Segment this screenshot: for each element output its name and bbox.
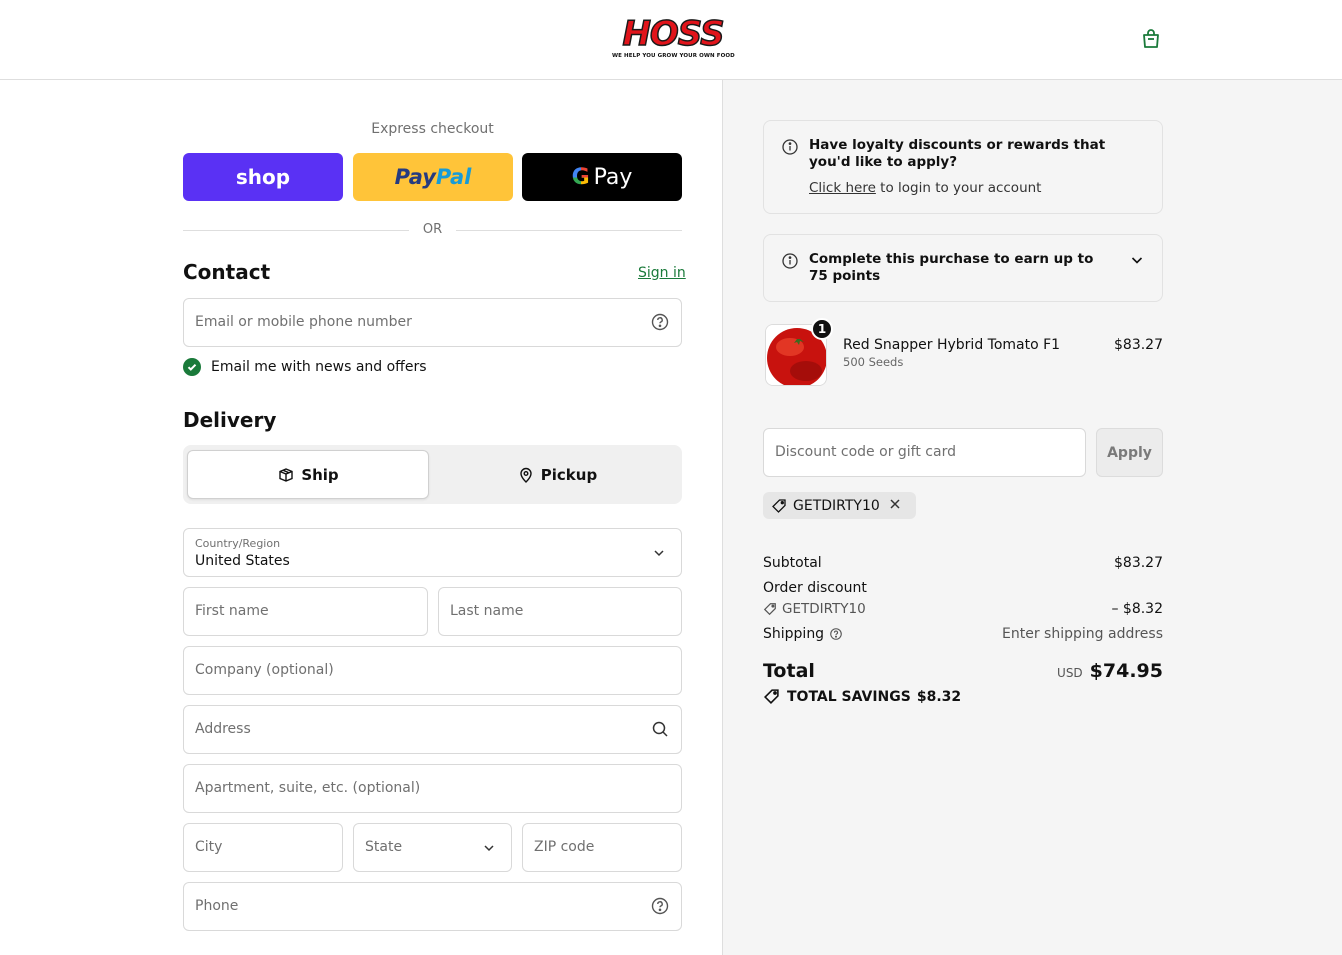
applied-code-tag: GETDIRTY10 (763, 492, 916, 519)
first-name-placeholder: First name (195, 603, 269, 619)
paypal-button[interactable]: Pay Pal (353, 153, 513, 201)
express-checkout-label: Express checkout (371, 121, 494, 137)
ship-label: Ship (301, 465, 339, 484)
header: HOSS WE HELP YOU GROW YOUR OWN FOOD (0, 0, 1342, 80)
delivery-method-toggle: Ship Pickup (183, 445, 682, 504)
location-pin-icon (520, 467, 532, 483)
help-circle-icon[interactable] (650, 896, 670, 916)
email-placeholder: Email or mobile phone number (195, 314, 412, 330)
apartment-field[interactable]: Apartment, suite, etc. (optional) (183, 764, 682, 813)
total-label: Total (763, 660, 815, 682)
discount-placeholder: Discount code or gift card (775, 444, 956, 460)
chevron-down-icon (650, 544, 670, 564)
news-opt-in[interactable]: Email me with news and offers (183, 357, 427, 377)
contact-heading: Contact (183, 260, 271, 284)
loyalty-login-link[interactable]: Click here (809, 180, 876, 196)
google-g-icon: G (571, 164, 590, 190)
product-price: $83.27 (1114, 337, 1163, 353)
logo-tagline: WE HELP YOU GROW YOUR OWN FOOD (612, 53, 735, 59)
country-value: United States (195, 553, 290, 569)
paypal-label-pal: Pal (435, 165, 472, 189)
search-icon (650, 719, 670, 739)
pickup-option[interactable]: Pickup (436, 450, 678, 499)
state-placeholder: State (365, 839, 403, 855)
loyalty-card: Have loyalty discounts or rewards that y… (763, 120, 1163, 214)
order-discount-code-text: GETDIRTY10 (782, 601, 866, 617)
help-circle-icon[interactable] (829, 627, 843, 641)
zip-placeholder: ZIP code (534, 839, 595, 855)
apply-button[interactable]: Apply (1096, 428, 1163, 477)
box-icon (279, 467, 294, 482)
info-icon (781, 138, 799, 156)
product-name: Red Snapper Hybrid Tomato F1 (843, 337, 1061, 353)
points-line-2: 75 points (809, 268, 881, 284)
help-circle-icon[interactable] (650, 312, 670, 332)
pickup-label: Pickup (540, 465, 598, 484)
tag-icon (763, 603, 776, 616)
applied-code-text: GETDIRTY10 (793, 497, 880, 514)
currency-code: USD (1057, 666, 1083, 680)
loyalty-login-line: Click here to login to your account (809, 180, 1041, 196)
shipping-value: Enter shipping address (1002, 626, 1163, 642)
close-icon[interactable] (888, 497, 908, 515)
quantity-badge: 1 (811, 318, 833, 340)
paypal-label-pay: Pay (394, 165, 436, 189)
company-placeholder: Company (optional) (195, 662, 334, 678)
address-field[interactable]: Address (183, 705, 682, 754)
order-discount-label: Order discount (763, 580, 867, 596)
logo-text: HOSS (622, 14, 726, 54)
points-card[interactable]: Complete this purchase to earn up to 75 … (763, 234, 1163, 302)
savings-value: $8.32 (916, 688, 962, 705)
chevron-down-icon (480, 839, 500, 859)
phone-field[interactable]: Phone (183, 882, 682, 931)
shop-pay-label: shop (235, 165, 291, 189)
info-icon (781, 252, 799, 270)
email-field[interactable]: Email or mobile phone number (183, 298, 682, 347)
first-name-field[interactable]: First name (183, 587, 428, 636)
google-pay-label: Pay (593, 164, 633, 190)
loyalty-login-rest: to login to your account (875, 180, 1042, 196)
total-savings: TOTAL SAVINGS $8.32 (763, 688, 961, 705)
savings-label: TOTAL SAVINGS (787, 688, 911, 705)
hoss-logo[interactable]: HOSS WE HELP YOU GROW YOUR OWN FOOD (612, 14, 735, 61)
last-name-placeholder: Last name (450, 603, 524, 619)
order-discount-code: GETDIRTY10 (763, 601, 866, 617)
sign-in-link[interactable]: Sign in (638, 265, 686, 281)
shop-pay-button[interactable]: shop (183, 153, 343, 201)
points-line-1: Complete this purchase to earn up to (809, 251, 1094, 267)
product-variant: 500 Seeds (843, 355, 904, 369)
tag-icon (763, 689, 779, 705)
or-text: OR (422, 222, 443, 237)
shopping-bag-icon[interactable] (1139, 27, 1163, 51)
subtotal-label: Subtotal (763, 555, 822, 571)
loyalty-question: Have loyalty discounts or rewards that y… (809, 137, 1106, 170)
or-divider: OR (183, 222, 682, 238)
company-field[interactable]: Company (optional) (183, 646, 682, 695)
shipping-row-label: Shipping (763, 626, 843, 642)
google-pay-button[interactable]: G Pay (522, 153, 682, 201)
apartment-placeholder: Apartment, suite, etc. (optional) (195, 780, 421, 796)
tag-icon (772, 498, 786, 513)
total-value: $74.95 (1089, 660, 1163, 682)
city-placeholder: City (195, 839, 223, 855)
phone-placeholder: Phone (195, 898, 239, 914)
chevron-down-icon[interactable] (1128, 251, 1146, 273)
discount-code-input[interactable]: Discount code or gift card (763, 428, 1086, 477)
address-placeholder: Address (195, 721, 251, 737)
last-name-field[interactable]: Last name (438, 587, 682, 636)
news-checkbox[interactable] (183, 358, 201, 376)
state-select[interactable]: State (353, 823, 512, 872)
country-select[interactable]: Country/Region United States (183, 528, 682, 577)
shipping-label: Shipping (763, 626, 825, 642)
delivery-heading: Delivery (183, 408, 277, 432)
ship-option[interactable]: Ship (187, 450, 429, 499)
discount-value: – $8.32 (1111, 601, 1163, 617)
city-field[interactable]: City (183, 823, 343, 872)
subtotal-value: $83.27 (1114, 555, 1163, 571)
news-label: Email me with news and offers (211, 359, 427, 375)
total-amount: USD $74.95 (1057, 660, 1163, 682)
zip-field[interactable]: ZIP code (522, 823, 682, 872)
country-label: Country/Region (195, 537, 281, 550)
